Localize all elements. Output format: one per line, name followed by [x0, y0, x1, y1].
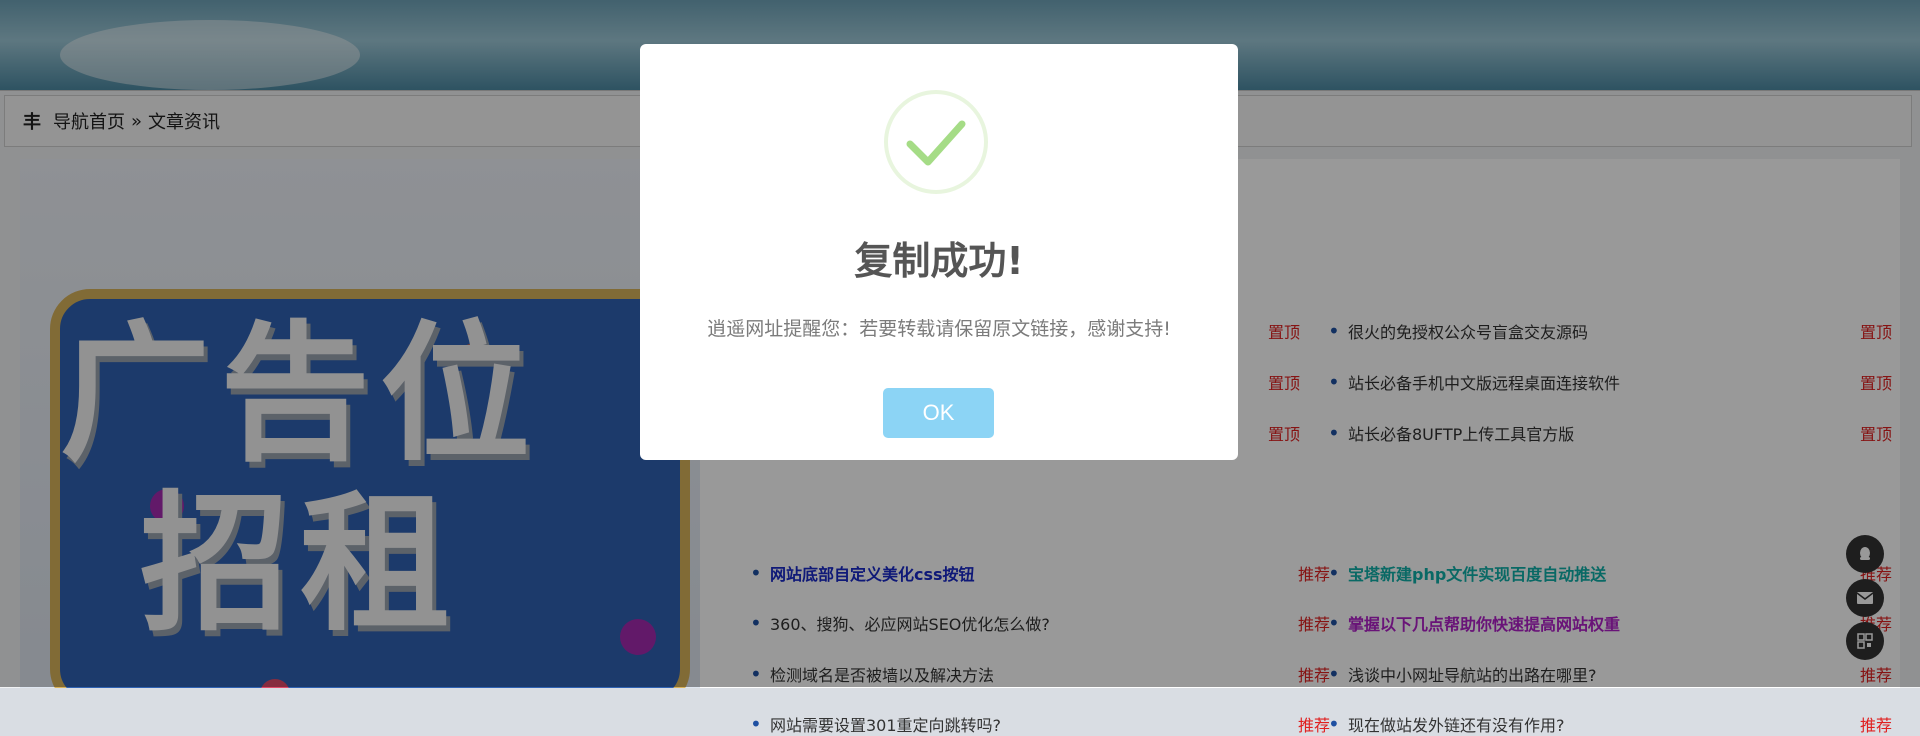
dialog-message: 逍遥网址提醒您：若要转载请保留原文链接，感谢支持!	[707, 318, 1171, 340]
success-dialog: 复制成功! 逍遥网址提醒您：若要转载请保留原文链接，感谢支持! OK	[640, 44, 1238, 460]
bullet-icon: •	[750, 712, 762, 736]
article-link[interactable]: 网站需要设置301重定向跳转吗?	[770, 712, 1001, 736]
list-item[interactable]: • 网站需要设置301重定向跳转吗? 推荐	[750, 712, 1330, 736]
recommend-tag: 推荐	[1859, 716, 1892, 735]
ok-button[interactable]: OK	[883, 388, 994, 438]
list-item[interactable]: • 现在做站发外链还有没有作用? 推荐	[1328, 712, 1908, 736]
recommend-tag: 推荐	[1297, 716, 1330, 735]
bullet-icon: •	[1328, 712, 1340, 736]
success-check-icon	[884, 90, 988, 194]
dialog-title: 复制成功!	[854, 239, 1024, 283]
article-link[interactable]: 现在做站发外链还有没有作用?	[1348, 712, 1565, 736]
